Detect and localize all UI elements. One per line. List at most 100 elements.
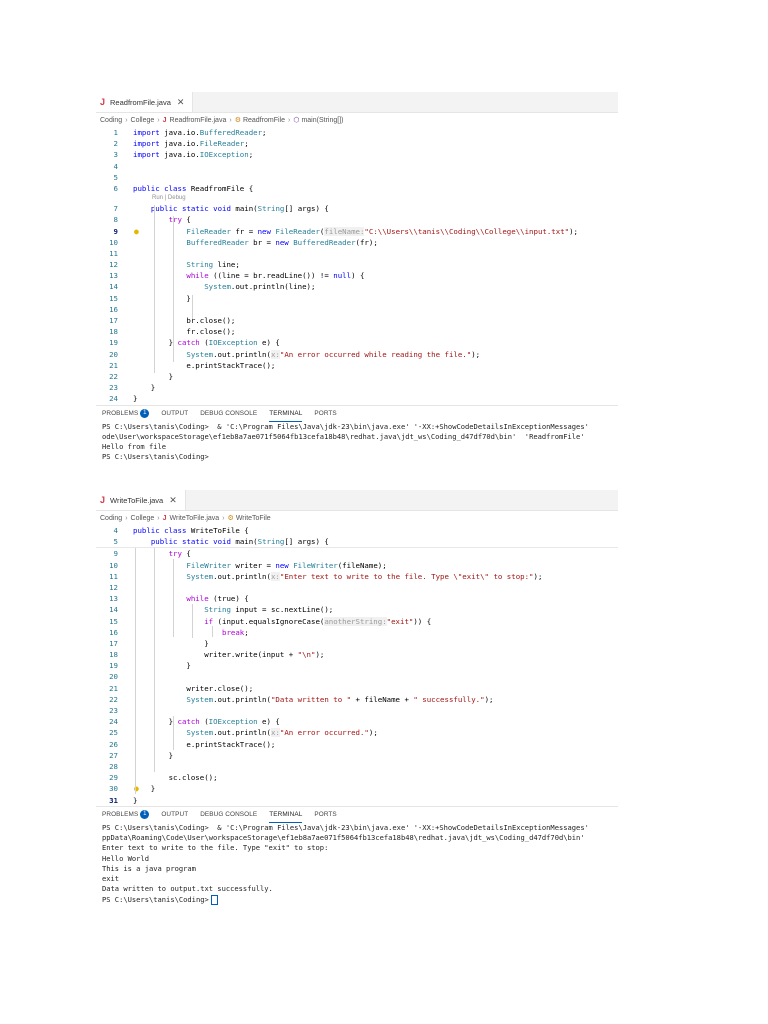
code-line[interactable]: 19 } catch (IOException e) { bbox=[96, 337, 618, 348]
editor-tab-readfromfile[interactable]: J ReadfromFile.java ✕ bbox=[96, 92, 194, 112]
close-icon[interactable]: ✕ bbox=[177, 97, 185, 108]
line-number: 24 bbox=[109, 717, 118, 727]
editor-tab-writetofile[interactable]: J WriteToFile.java ✕ bbox=[96, 490, 186, 510]
panel-tab-output[interactable]: OUTPUT bbox=[161, 807, 188, 823]
code-line[interactable]: 4 public class WriteToFile { bbox=[96, 525, 618, 536]
code-editor[interactable]: 1 import java.io.BufferedReader; 2 import j… bbox=[96, 127, 618, 405]
code-line[interactable]: 27 } bbox=[96, 750, 618, 761]
panel-tab-terminal[interactable]: TERMINAL bbox=[269, 806, 303, 824]
code-line[interactable]: 12 String line; bbox=[96, 259, 618, 270]
breadcrumb-item-coding[interactable]: Coding bbox=[100, 117, 122, 124]
code-text: sc.close(); bbox=[133, 773, 218, 783]
breadcrumb-item-college[interactable]: College bbox=[131, 117, 155, 124]
code-line[interactable]: 9 try { bbox=[96, 548, 618, 559]
code-line[interactable]: 19 } bbox=[96, 660, 618, 671]
panel-tab-label: OUTPUT bbox=[161, 410, 189, 417]
breadcrumb-item-class[interactable]: WriteToFile bbox=[236, 515, 271, 522]
code-text: import java.io.FileReader; bbox=[133, 139, 249, 149]
code-text: public class ReadfromFile { bbox=[133, 183, 254, 193]
code-line[interactable]: 7 public static void main(String[] args)… bbox=[96, 203, 618, 214]
close-icon[interactable]: ✕ bbox=[169, 495, 177, 506]
code-line[interactable]: 25 System.out.println(x:"An error occurr… bbox=[96, 727, 618, 738]
code-line[interactable]: 18 fr.close(); bbox=[96, 326, 618, 337]
code-text: } bbox=[133, 795, 138, 805]
code-line[interactable]: 24 } catch (IOException e) { bbox=[96, 716, 618, 727]
panel-tab-debug-console[interactable]: DEBUG CONSOLE bbox=[200, 406, 257, 422]
code-line[interactable]: 5 bbox=[96, 172, 618, 183]
terminal-output[interactable]: PS C:\Users\tanis\Coding> & 'C:\Program … bbox=[96, 823, 618, 905]
breadcrumb-item-coding[interactable]: Coding bbox=[100, 515, 122, 522]
breadcrumb: Coding › College › J ReadfromFile.java ›… bbox=[96, 113, 618, 127]
code-line[interactable]: 22 System.out.println("Data written to "… bbox=[96, 694, 618, 705]
terminal-text: PS C:\Users\tanis\Coding> bbox=[102, 452, 209, 462]
code-line[interactable]: 14 System.out.println(line); bbox=[96, 281, 618, 292]
code-text: } bbox=[133, 293, 191, 303]
code-line[interactable]: 17 br.close(); bbox=[96, 315, 618, 326]
code-line[interactable]: 2 import java.io.FileReader; bbox=[96, 138, 618, 149]
code-line[interactable]: 10 BufferedReader br = new BufferedReade… bbox=[96, 237, 618, 248]
code-line[interactable]: 24} bbox=[96, 393, 618, 404]
code-line[interactable]: 5 public static void main(String[] args)… bbox=[96, 536, 618, 547]
code-line[interactable]: 23 } bbox=[96, 382, 618, 393]
code-line[interactable]: 15 } bbox=[96, 293, 618, 304]
code-line[interactable]: 13 while (true) { bbox=[96, 593, 618, 604]
java-file-icon: J bbox=[162, 514, 167, 522]
breadcrumb-item-file[interactable]: WriteToFile.java bbox=[170, 515, 220, 522]
code-line[interactable]: 10 FileWriter writer = new FileWriter(fi… bbox=[96, 560, 618, 571]
code-editor[interactable]: 9 try {10 FileWriter writer = new FileWr… bbox=[96, 548, 618, 805]
breadcrumb-item-file[interactable]: ReadfromFile.java bbox=[170, 117, 227, 124]
panel-tab-ports[interactable]: PORTS bbox=[314, 406, 336, 422]
code-line[interactable]: 17 } bbox=[96, 638, 618, 649]
panel-tab-output[interactable]: OUTPUT bbox=[161, 406, 188, 422]
code-line[interactable]: 18 writer.write(input + "\n"); bbox=[96, 649, 618, 660]
code-line[interactable]: 8 try { bbox=[96, 214, 618, 225]
code-line[interactable]: 20 System.out.println(x:"An error occurr… bbox=[96, 349, 618, 360]
line-number: 13 bbox=[109, 594, 118, 604]
line-number: 4 bbox=[113, 526, 118, 535]
panel-tab-ports[interactable]: PORTS bbox=[314, 807, 336, 823]
code-line[interactable]: 11 System.out.println(x:"Enter text to w… bbox=[96, 571, 618, 582]
indent-guide bbox=[154, 548, 155, 773]
breadcrumb-item-class[interactable]: ReadfromFile bbox=[243, 117, 285, 124]
code-line[interactable]: 30 ● } bbox=[96, 783, 618, 794]
code-line[interactable]: 23 bbox=[96, 705, 618, 716]
code-line[interactable]: 16 break; bbox=[96, 627, 618, 638]
code-line[interactable]: 6 public class ReadfromFile { bbox=[96, 183, 618, 194]
terminal-line: exit bbox=[102, 874, 618, 884]
code-line[interactable]: 3 import java.io.IOException; bbox=[96, 149, 618, 160]
code-line[interactable]: 4 bbox=[96, 161, 618, 172]
line-number: 5 bbox=[113, 172, 118, 182]
breadcrumb-item-college[interactable]: College bbox=[131, 515, 155, 522]
terminal-line: Hello from file bbox=[102, 442, 618, 452]
code-line[interactable]: 22 } bbox=[96, 371, 618, 382]
sticky-scroll-header[interactable]: 4 public class WriteToFile {5 public stat… bbox=[96, 525, 618, 549]
panel-tab-debug-console[interactable]: DEBUG CONSOLE bbox=[200, 807, 257, 823]
code-text: } bbox=[133, 661, 191, 671]
panel-tab-problems[interactable]: PROBLEMS 1 bbox=[102, 807, 150, 823]
code-line[interactable]: 21 writer.close(); bbox=[96, 683, 618, 694]
code-line[interactable]: 31} bbox=[96, 795, 618, 806]
code-line[interactable]: 16 bbox=[96, 304, 618, 315]
code-line[interactable]: 15 if (input.equalsIgnoreCase(anotherStr… bbox=[96, 616, 618, 627]
code-line[interactable]: 13 while ((line = br.readLine()) != null… bbox=[96, 270, 618, 281]
codelens-run-debug[interactable]: Run | Debug bbox=[96, 194, 618, 203]
code-line[interactable]: 29 sc.close(); bbox=[96, 772, 618, 783]
terminal-output[interactable]: PS C:\Users\tanis\Coding> & 'C:\Program … bbox=[96, 422, 618, 463]
line-number: 23 bbox=[109, 706, 118, 715]
code-line[interactable]: 21 e.printStackTrace(); bbox=[96, 360, 618, 371]
code-line[interactable]: 9 ● FileReader fr = new FileReader(fileNa… bbox=[96, 226, 618, 237]
terminal-cursor[interactable] bbox=[210, 894, 218, 905]
panel-tab-terminal[interactable]: TERMINAL bbox=[269, 405, 303, 422]
code-line[interactable]: 1 import java.io.BufferedReader; bbox=[96, 127, 618, 138]
code-text: } catch (IOException e) { bbox=[133, 338, 280, 348]
panel-tab-problems[interactable]: PROBLEMS 1 bbox=[102, 406, 150, 422]
code-line[interactable]: 14 String input = sc.nextLine(); bbox=[96, 604, 618, 615]
line-number: 27 bbox=[109, 750, 118, 760]
chevron-right-icon: › bbox=[229, 116, 232, 124]
breadcrumb-item-method[interactable]: main(String[]) bbox=[301, 117, 343, 124]
code-line[interactable]: 12 bbox=[96, 582, 618, 593]
code-line[interactable]: 20 bbox=[96, 671, 618, 682]
code-line[interactable]: 28 bbox=[96, 761, 618, 772]
code-line[interactable]: 11 bbox=[96, 248, 618, 259]
code-line[interactable]: 26 e.printStackTrace(); bbox=[96, 739, 618, 750]
